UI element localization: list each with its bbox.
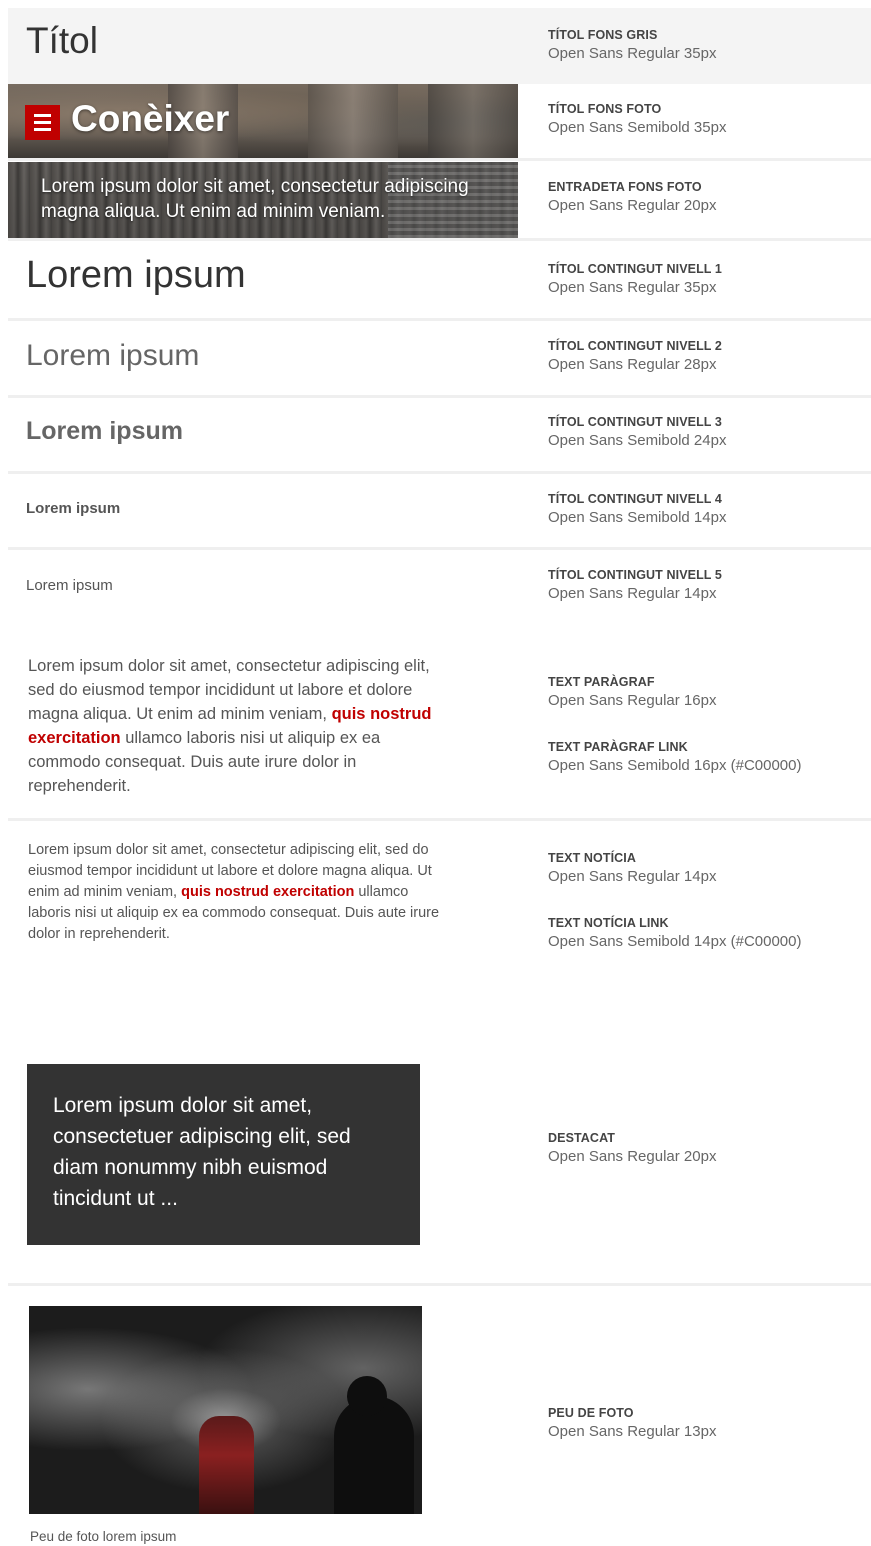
lead-line-1: Lorem ipsum dolor sit amet, consectetur … xyxy=(41,176,469,197)
spec-desc: Open Sans Regular 35px xyxy=(548,45,717,62)
divider xyxy=(8,471,871,474)
lead-line-2: magna aliqua. Ut enim ad minim veniam. xyxy=(41,201,386,222)
heading-level-3: Lorem ipsum xyxy=(26,417,183,445)
spec-name: ENTRADETA FONS FOTO xyxy=(548,180,702,194)
spec-nivell-4: TÍTOL CONTINGUT NIVELL 4 Open Sans Semib… xyxy=(548,491,726,528)
photo-caption: Peu de foto lorem ipsum xyxy=(30,1529,177,1544)
spec-desc: Open Sans Semibold 14px (#C00000) xyxy=(548,933,802,950)
spec-desc: Open Sans Regular 28px xyxy=(548,356,717,373)
spec-name: TÍTOL CONTINGUT NIVELL 4 xyxy=(548,492,722,506)
divider xyxy=(8,318,871,321)
spec-name: TEXT NOTÍCIA LINK xyxy=(548,916,669,930)
news-link[interactable]: quis nostrud exercitation xyxy=(181,884,354,900)
news-text-sample: Lorem ipsum dolor sit amet, consectetur … xyxy=(28,840,448,945)
title-photo-sample: Conèixer xyxy=(8,84,518,158)
heading-level-5: Lorem ipsum xyxy=(26,577,113,594)
divider xyxy=(8,1283,871,1286)
spec-desc: Open Sans Semibold 24px xyxy=(548,432,727,449)
spec-entradeta-fons-foto: ENTRADETA FONS FOTO Open Sans Regular 20… xyxy=(548,179,716,216)
spec-nivell-3: TÍTOL CONTINGUT NIVELL 3 Open Sans Semib… xyxy=(548,414,726,451)
divider xyxy=(8,158,871,161)
divider xyxy=(8,238,871,241)
fireworks-photo xyxy=(29,1306,422,1514)
title-photo-text: Conèixer xyxy=(71,98,230,139)
menu-icon[interactable] xyxy=(25,105,60,140)
spec-text-noticia-link: TEXT NOTÍCIA LINK Open Sans Semibold 14p… xyxy=(548,915,802,952)
divider xyxy=(8,547,871,550)
spec-name: TÍTOL CONTINGUT NIVELL 2 xyxy=(548,339,722,353)
spec-peu-de-foto: PEU DE FOTO Open Sans Regular 13px xyxy=(548,1405,716,1442)
lead-photo-sample: Lorem ipsum dolor sit amet, consectetur … xyxy=(8,162,518,238)
spec-name: PEU DE FOTO xyxy=(548,1406,634,1420)
spec-name: TÍTOL FONS FOTO xyxy=(548,102,662,116)
spec-name: TEXT PARÀGRAF LINK xyxy=(548,740,688,754)
title-grey-sample: Títol xyxy=(8,8,871,84)
spec-desc: Open Sans Semibold 16px (#C00000) xyxy=(548,757,802,774)
spec-desc: Open Sans Semibold 14px xyxy=(548,509,727,526)
spec-desc: Open Sans Regular 14px xyxy=(548,585,717,602)
spec-name: TÍTOL FONS GRIS xyxy=(548,28,658,42)
spec-name: DESTACAT xyxy=(548,1131,615,1145)
heading-level-1: Lorem ipsum xyxy=(26,254,246,296)
spec-name: TEXT PARÀGRAF xyxy=(548,675,655,689)
spec-desc: Open Sans Regular 14px xyxy=(548,868,717,885)
spec-text-noticia: TEXT NOTÍCIA Open Sans Regular 14px xyxy=(548,850,716,887)
spec-name: TÍTOL CONTINGUT NIVELL 1 xyxy=(548,262,722,276)
spec-nivell-1: TÍTOL CONTINGUT NIVELL 1 Open Sans Regul… xyxy=(548,261,722,298)
spec-desc: Open Sans Regular 20px xyxy=(548,1148,717,1165)
title-grey-text: Títol xyxy=(26,20,98,61)
divider xyxy=(8,395,871,398)
spec-titol-fons-gris: TÍTOL FONS GRIS Open Sans Regular 35px xyxy=(548,27,716,64)
divider xyxy=(8,818,871,821)
spec-name: TÍTOL CONTINGUT NIVELL 5 xyxy=(548,568,722,582)
spec-desc: Open Sans Semibold 35px xyxy=(548,119,727,136)
highlight-text: Lorem ipsum dolor sit amet, consectetuer… xyxy=(53,1094,351,1210)
lead-photo-text: Lorem ipsum dolor sit amet, consectetur … xyxy=(41,174,518,224)
spec-name: TÍTOL CONTINGUT NIVELL 3 xyxy=(548,415,722,429)
spec-nivell-5: TÍTOL CONTINGUT NIVELL 5 Open Sans Regul… xyxy=(548,567,722,604)
spec-nivell-2: TÍTOL CONTINGUT NIVELL 2 Open Sans Regul… xyxy=(548,338,722,375)
highlight-box: Lorem ipsum dolor sit amet, consectetuer… xyxy=(27,1064,420,1245)
spec-text-paragraf-link: TEXT PARÀGRAF LINK Open Sans Semibold 16… xyxy=(548,739,802,776)
spec-titol-fons-foto: TÍTOL FONS FOTO Open Sans Semibold 35px xyxy=(548,101,726,138)
spec-name: TEXT NOTÍCIA xyxy=(548,851,637,865)
heading-level-4: Lorem ipsum xyxy=(26,500,121,517)
spec-desc: Open Sans Regular 20px xyxy=(548,197,717,214)
spec-destacat: DESTACAT Open Sans Regular 20px xyxy=(548,1130,716,1167)
spec-desc: Open Sans Regular 13px xyxy=(548,1423,717,1440)
spec-desc: Open Sans Regular 35px xyxy=(548,279,717,296)
spec-desc: Open Sans Regular 16px xyxy=(548,692,717,709)
spec-text-paragraf: TEXT PARÀGRAF Open Sans Regular 16px xyxy=(548,674,716,711)
heading-level-2: Lorem ipsum xyxy=(26,339,200,372)
paragraph-sample: Lorem ipsum dolor sit amet, consectetur … xyxy=(28,654,448,798)
